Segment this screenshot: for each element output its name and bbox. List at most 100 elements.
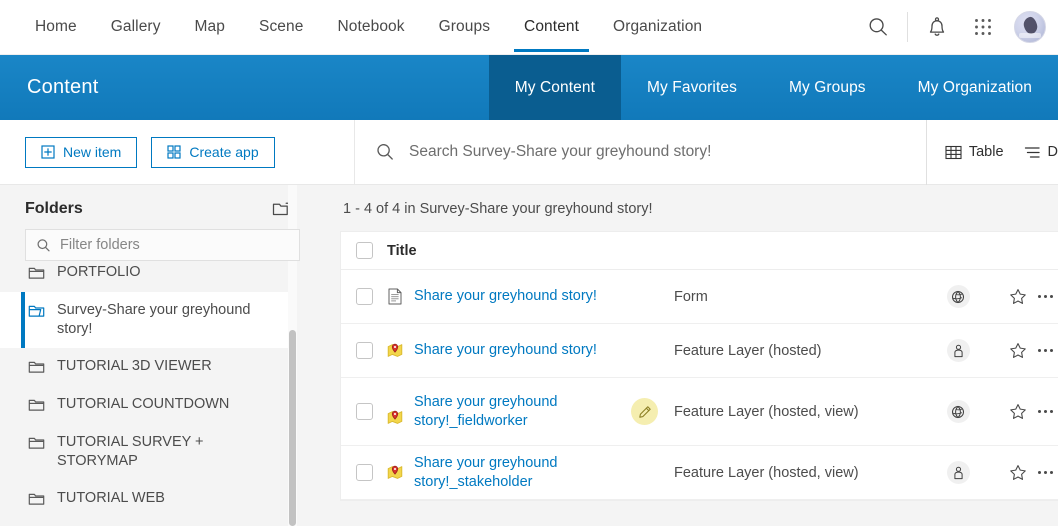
results-count: 1 - 4 of 4 in Survey-Share your greyhoun… [343, 201, 653, 217]
select-all-checkbox[interactable] [355, 242, 373, 259]
folder-item-survey-share-your-greyhound-story[interactable]: Survey-Share your greyhound story! [0, 292, 292, 348]
row-sharing-cell [918, 285, 998, 308]
nav-item-map[interactable]: Map [178, 0, 242, 55]
table-row[interactable]: Share your greyhound story!_stakeholder … [341, 446, 1058, 500]
tab-my-organization[interactable]: My Organization [892, 55, 1058, 120]
row-type: Form [674, 288, 708, 305]
table-row[interactable]: Share your greyhound story!_fieldworker … [341, 378, 1058, 446]
create-app-button[interactable]: Create app [151, 136, 275, 168]
bell-icon[interactable] [914, 0, 960, 55]
folder-icon [28, 358, 45, 375]
row-title-cell: Share your greyhound story!_fieldworker [387, 393, 631, 431]
search-area [355, 120, 926, 185]
top-navigation-bar: Home Gallery Map Scene Notebook Groups C… [0, 0, 1058, 55]
row-checkbox-cell [341, 403, 387, 420]
content-banner: Content My Content My Favorites My Group… [0, 55, 1058, 120]
row-type: Feature Layer (hosted) [674, 342, 822, 359]
item-title-link[interactable]: Share your greyhound story! [414, 341, 597, 360]
sort-lines-icon [1024, 144, 1041, 161]
nav-item-home[interactable]: Home [18, 0, 94, 55]
nav-item-organization[interactable]: Organization [596, 0, 719, 55]
row-sharing-cell [918, 339, 998, 362]
nav-item-scene[interactable]: Scene [242, 0, 320, 55]
top-nav-links: Home Gallery Map Scene Notebook Groups C… [0, 0, 719, 55]
nav-item-notebook[interactable]: Notebook [320, 0, 421, 55]
folder-label: Survey-Share your greyhound story! [57, 302, 251, 337]
table-grid-icon [945, 144, 962, 161]
tab-my-favorites[interactable]: My Favorites [621, 55, 763, 120]
row-type: Feature Layer (hosted, view) [674, 464, 859, 481]
filter-folders-input[interactable] [60, 237, 289, 253]
search-input[interactable] [409, 132, 926, 172]
folders-title: Folders [25, 200, 83, 217]
app-grid-icon[interactable] [960, 0, 1006, 55]
row-checkbox-cell [341, 464, 387, 481]
form-document-icon [387, 288, 403, 305]
folder-label: TUTORIAL COUNTDOWN [57, 396, 230, 412]
folder-icon [28, 490, 45, 507]
tab-my-content[interactable]: My Content [488, 55, 622, 120]
favorite-star-icon[interactable] [998, 342, 1038, 360]
view-options: Table D [925, 119, 1058, 185]
person-icon[interactable] [946, 339, 970, 362]
nav-item-gallery[interactable]: Gallery [94, 0, 178, 55]
ellipsis-icon [1038, 349, 1053, 352]
content-body: Folders Filter folders PORTFOLIO Survey-… [0, 185, 1058, 526]
table-row[interactable]: Share your greyhound story! Feature Laye… [341, 324, 1058, 378]
filter-folders-field [25, 229, 300, 261]
editable-pencil-badge [631, 398, 658, 425]
item-title-link[interactable]: Share your greyhound story!_stakeholder [414, 454, 664, 492]
search-icon [36, 238, 51, 253]
row-checkbox-cell [341, 342, 387, 359]
ellipsis-icon [1038, 410, 1053, 413]
sort-filter-button[interactable]: D [1024, 144, 1058, 161]
favorite-star-icon[interactable] [998, 288, 1038, 306]
arcgis-content-page: Home Gallery Map Scene Notebook Groups C… [0, 0, 1058, 526]
row-sharing-cell [918, 461, 998, 484]
feature-layer-pin-icon [387, 464, 403, 481]
new-item-button[interactable]: New item [25, 136, 138, 168]
nav-item-content[interactable]: Content [507, 0, 596, 55]
row-sharing-cell [918, 400, 998, 423]
column-header-title[interactable]: Title [387, 243, 674, 259]
tab-my-groups[interactable]: My Groups [763, 55, 892, 120]
folder-open-icon [28, 302, 45, 319]
view-table-button[interactable]: Table [945, 144, 1004, 161]
select-all-checkbox-cell [341, 242, 387, 259]
content-toolbar: New item Create app Search Survey-Share … [0, 119, 1058, 185]
row-title-cell: Share your greyhound story! [387, 341, 674, 360]
row-actions-menu[interactable] [1038, 295, 1058, 298]
nav-divider [907, 12, 908, 42]
row-actions-menu[interactable] [1038, 471, 1058, 474]
favorite-star-icon[interactable] [998, 403, 1038, 421]
row-actions-menu[interactable] [1038, 410, 1058, 413]
user-avatar[interactable] [1014, 11, 1046, 43]
row-checkbox[interactable] [355, 403, 373, 420]
search-icon[interactable] [855, 0, 901, 55]
person-icon[interactable] [946, 461, 970, 484]
row-checkbox[interactable] [355, 464, 373, 481]
content-tabs: My Content My Favorites My Groups My Org… [488, 55, 1058, 120]
globe-icon[interactable] [946, 400, 970, 423]
row-actions-menu[interactable] [1038, 349, 1058, 352]
row-title-cell: Share your greyhound story! [387, 287, 674, 306]
search-icon [375, 142, 395, 162]
new-item-label: New item [63, 144, 122, 160]
item-title-link[interactable]: Share your greyhound story!_fieldworker [414, 393, 564, 431]
row-checkbox[interactable] [355, 288, 373, 305]
folder-label: TUTORIAL 3D VIEWER [57, 358, 212, 374]
favorite-star-icon[interactable] [998, 464, 1038, 482]
view-table-label: Table [968, 144, 1004, 160]
item-title-link[interactable]: Share your greyhound story! [414, 287, 597, 306]
create-app-label: Create app [189, 144, 259, 160]
folders-scrollbar-thumb[interactable] [289, 330, 296, 526]
feature-layer-pin-icon [387, 342, 403, 359]
folder-icon [28, 264, 45, 281]
globe-icon[interactable] [946, 285, 970, 308]
toolbar-actions: New item Create app [0, 119, 355, 185]
row-checkbox[interactable] [355, 342, 373, 359]
grid-squares-icon [167, 145, 181, 159]
table-header-row: Title [341, 232, 1058, 270]
table-row[interactable]: Share your greyhound story! Form [341, 270, 1058, 324]
nav-item-groups[interactable]: Groups [422, 0, 507, 55]
